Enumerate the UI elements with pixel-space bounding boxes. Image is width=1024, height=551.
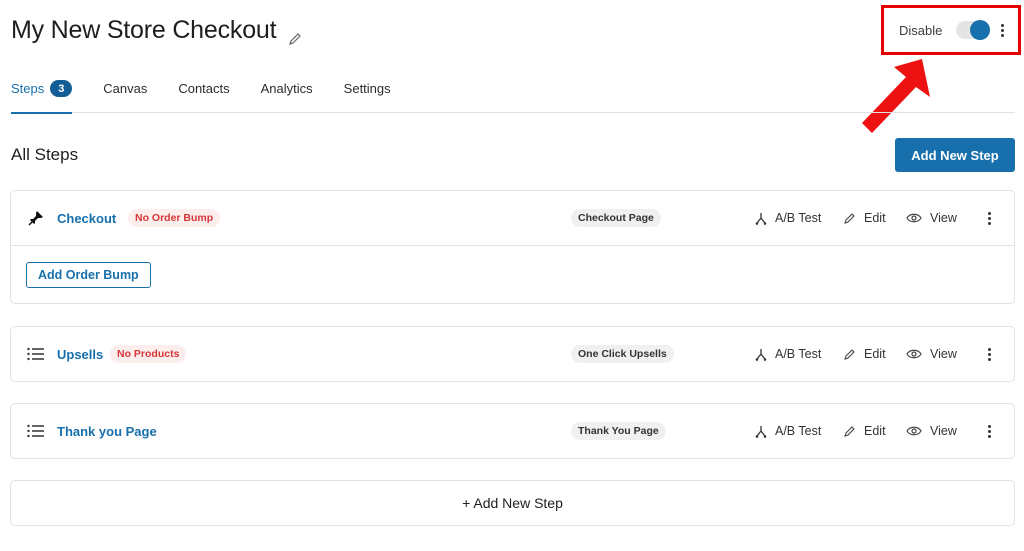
funnel-enable-toggle[interactable] [956, 20, 991, 40]
more-options-icon[interactable] [1000, 23, 1004, 37]
toggle-knob [970, 20, 991, 40]
eye-icon [906, 349, 922, 359]
tab-contacts-label: Contacts [178, 81, 230, 96]
view-button[interactable]: View [906, 211, 986, 225]
step-more-icon[interactable] [986, 347, 993, 361]
step-actions: A/B Test Edit View [755, 347, 993, 361]
list-icon [27, 345, 45, 363]
tab-steps[interactable]: Steps 3 [11, 78, 73, 114]
funnel-status-controls: Disable [881, 5, 1021, 55]
tab-bar: Steps 3 Canvas Contacts Analytics Settin… [11, 78, 1015, 114]
ab-test-label: A/B Test [775, 424, 822, 438]
step-card-upsells: Upsells No Products One Click Upsells A/… [10, 326, 1015, 382]
edit-title-icon[interactable] [288, 24, 302, 45]
tab-contacts[interactable]: Contacts [178, 78, 229, 113]
split-icon [755, 348, 767, 361]
step-more-icon[interactable] [986, 211, 993, 225]
tab-settings-label: Settings [343, 81, 391, 96]
step-actions: A/B Test Edit View [755, 211, 993, 225]
add-new-step-footer-button[interactable]: + Add New Step [10, 480, 1015, 526]
add-order-bump-button[interactable]: Add Order Bump [26, 262, 151, 288]
step-card-thank-you: Thank you Page Thank You Page A/B Test E… [10, 403, 1015, 459]
ab-test-button[interactable]: A/B Test [755, 347, 843, 361]
eye-icon [906, 426, 922, 436]
edit-button[interactable]: Edit [843, 347, 906, 361]
tab-steps-label: Steps [11, 81, 45, 96]
view-label: View [930, 211, 957, 225]
edit-label: Edit [864, 347, 886, 361]
step-row: Thank you Page Thank You Page A/B Test E… [11, 404, 1014, 458]
step-name-link[interactable]: Upsells [57, 347, 103, 362]
ab-test-label: A/B Test [775, 211, 822, 225]
pencil-icon [844, 212, 855, 224]
list-icon [27, 422, 45, 440]
ab-test-label: A/B Test [775, 347, 822, 361]
eye-icon [906, 213, 922, 223]
step-row: Upsells No Products One Click Upsells A/… [11, 327, 1014, 381]
edit-button[interactable]: Edit [843, 211, 906, 225]
tab-analytics-label: Analytics [260, 81, 313, 96]
page-title-text: My New Store Checkout [11, 16, 277, 44]
section-title: All Steps [11, 145, 79, 164]
pencil-icon [844, 425, 855, 437]
step-type-tag: One Click Upsells [571, 345, 674, 363]
view-label: View [930, 424, 957, 438]
edit-button[interactable]: Edit [843, 424, 906, 438]
warning-badge: No Order Bump [128, 209, 221, 227]
tab-canvas[interactable]: Canvas [103, 78, 147, 113]
step-actions: A/B Test Edit View [755, 424, 993, 438]
warning-badge: No Products [110, 345, 187, 363]
step-type-tag: Checkout Page [571, 209, 661, 227]
ab-test-button[interactable]: A/B Test [755, 424, 843, 438]
step-sub-row: Add Order Bump [11, 245, 1014, 303]
view-label: View [930, 347, 957, 361]
tab-settings[interactable]: Settings [344, 78, 391, 113]
step-type-tag: Thank You Page [571, 422, 666, 440]
page-title: My New Store Checkout [11, 16, 302, 45]
view-button[interactable]: View [906, 347, 986, 361]
add-new-step-button[interactable]: Add New Step [895, 138, 1015, 172]
step-card-checkout: Checkout No Order Bump Checkout Page A/B… [10, 190, 1015, 304]
edit-label: Edit [864, 211, 886, 225]
tab-canvas-label: Canvas [103, 81, 148, 96]
tab-analytics[interactable]: Analytics [261, 78, 313, 113]
split-icon [755, 425, 767, 438]
ab-test-button[interactable]: A/B Test [755, 211, 843, 225]
pin-icon [27, 209, 45, 227]
edit-label: Edit [864, 424, 886, 438]
status-label: Disable [899, 22, 943, 38]
step-more-icon[interactable] [986, 424, 993, 438]
split-icon [755, 212, 767, 225]
view-button[interactable]: View [906, 424, 986, 438]
step-row: Checkout No Order Bump Checkout Page A/B… [11, 191, 1014, 245]
pencil-icon [844, 348, 855, 360]
steps-count-badge: 3 [50, 80, 73, 97]
step-name-link[interactable]: Thank you Page [57, 424, 157, 439]
step-name-link[interactable]: Checkout [57, 211, 116, 226]
